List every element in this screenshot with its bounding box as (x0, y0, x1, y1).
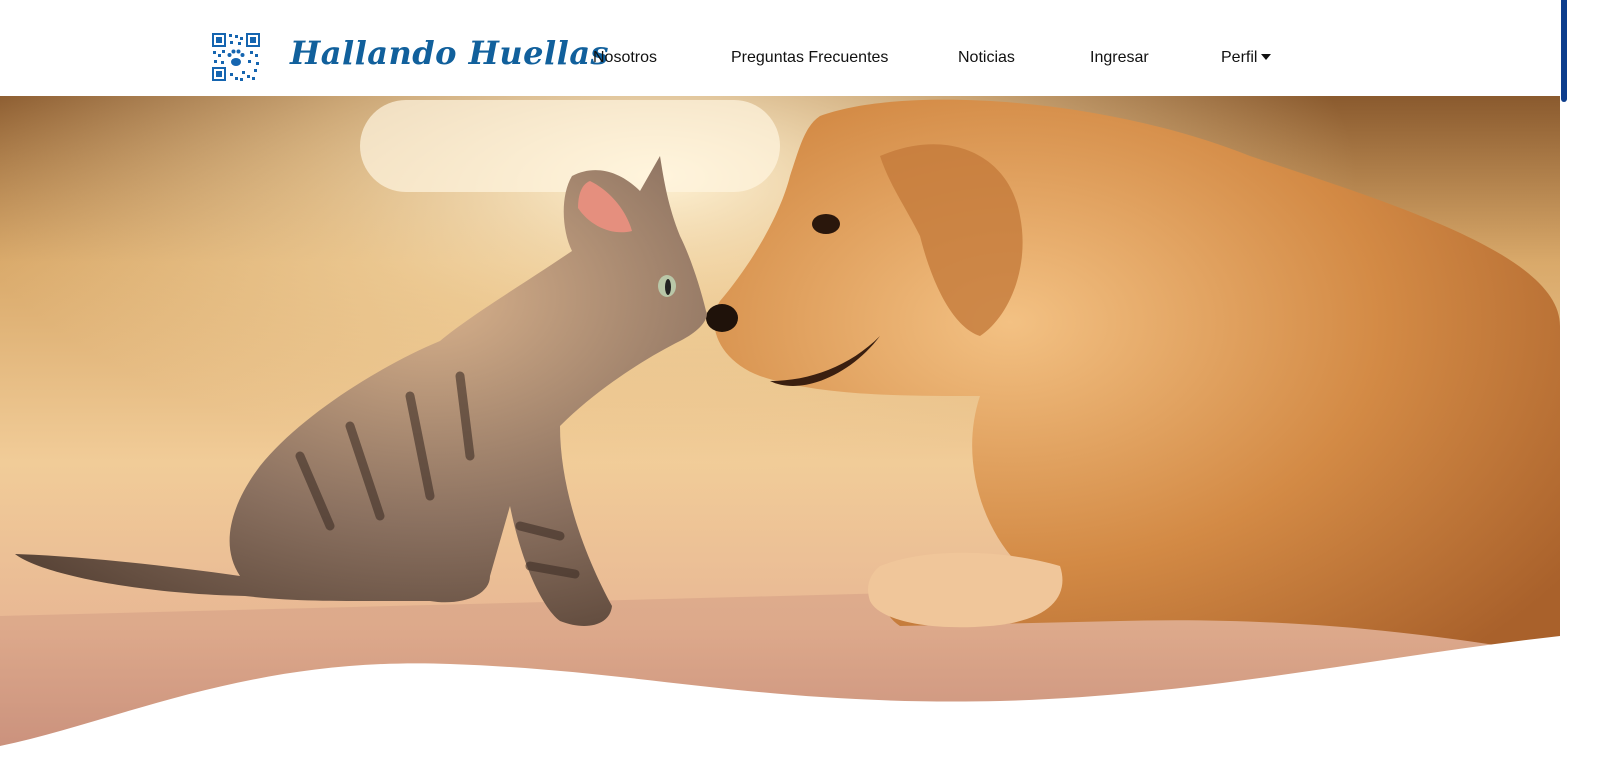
hero-banner (0, 96, 1560, 762)
scrollbar-thumb[interactable] (1561, 0, 1567, 102)
nav-ingresar[interactable]: Ingresar (1090, 49, 1149, 67)
brand-name[interactable]: Hallando Huellas (290, 34, 609, 72)
nav-perfil-label: Perfil (1221, 49, 1258, 66)
scrollbar-track[interactable] (1560, 0, 1600, 762)
hero-image (0, 96, 1560, 762)
nav-perfil-dropdown[interactable]: Perfil (1221, 49, 1272, 67)
nav-preguntas-frecuentes[interactable]: Preguntas Frecuentes (731, 49, 888, 67)
nav-noticias[interactable]: Noticias (958, 49, 1015, 67)
caret-down-icon (1261, 54, 1272, 60)
site-header: Hallando Huellas Nosotros Preguntas Frec… (0, 0, 1560, 96)
nav-nosotros[interactable]: Nosotros (593, 49, 657, 67)
qr-code-paw-icon[interactable] (212, 33, 260, 81)
